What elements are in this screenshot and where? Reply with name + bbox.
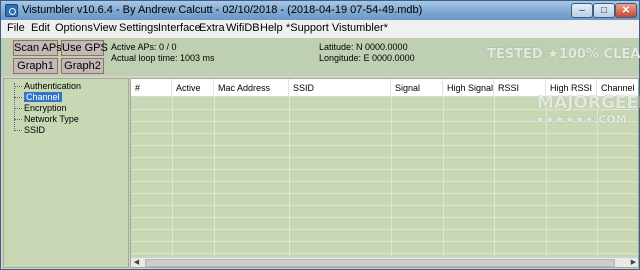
watermark-domain-text: ★★★★★★.COM (535, 113, 627, 126)
menu-file[interactable]: File (7, 22, 25, 34)
maximize-button[interactable]: □ (593, 3, 615, 18)
scroll-right-icon[interactable]: ▶ (628, 258, 638, 267)
column-header-mac-address[interactable]: Mac Address (214, 79, 289, 97)
table-gridline (131, 205, 638, 206)
table-gridline (131, 217, 638, 218)
scroll-left-icon[interactable]: ◀ (131, 258, 142, 267)
graph2-button[interactable]: Graph2 (61, 58, 104, 74)
table-gridline (131, 229, 638, 230)
column-header-ssid[interactable]: SSID (289, 79, 391, 97)
menu-bar: File Edit Options View Settings Interfac… (1, 20, 639, 38)
column-header-active[interactable]: Active (172, 79, 214, 97)
menu-view[interactable]: View (93, 22, 117, 34)
tree-item-label: Encryption (24, 103, 67, 113)
tree-item-label: SSID (24, 125, 46, 135)
column-header-number[interactable]: # (131, 79, 172, 97)
table-gridline (131, 181, 638, 182)
horizontal-scrollbar[interactable]: ◀ ▶ (131, 257, 638, 267)
watermark-brand-text: MAJORGEEKS (537, 93, 640, 113)
menu-help[interactable]: Help (260, 22, 283, 34)
menu-wifidb[interactable]: WifiDB (226, 22, 260, 34)
table-gridline (131, 241, 638, 242)
table-column-divider (214, 97, 215, 257)
tree-item-label: Network Type (24, 114, 79, 124)
column-header-signal[interactable]: Signal (391, 79, 443, 97)
scroll-thumb[interactable] (145, 259, 615, 267)
close-button[interactable]: ✕ (615, 3, 637, 18)
table-gridline (131, 133, 638, 134)
menu-extra[interactable]: Extra (199, 22, 225, 34)
tree-item-authentication[interactable]: Authentication (10, 81, 81, 92)
watermark-tested-text: TESTED ★100% CLEAN (487, 47, 640, 62)
table-gridline (131, 145, 638, 146)
use-gps-button[interactable]: Use GPS (61, 40, 108, 56)
menu-interface[interactable]: Interface (158, 22, 201, 34)
table-column-divider (172, 97, 173, 257)
table-column-divider (289, 97, 290, 257)
menu-options[interactable]: Options (55, 22, 93, 34)
window-title: Vistumbler v10.6.4 - By Andrew Calcutt -… (22, 4, 423, 16)
latitude-readout: Latitude: N 0000.0000 (319, 42, 408, 52)
tree-item-encryption[interactable]: Encryption (10, 103, 67, 114)
tree-item-ssid[interactable]: SSID (10, 125, 45, 136)
menu-settings[interactable]: Settings (119, 22, 159, 34)
tree-item-channel[interactable]: Channel (10, 92, 62, 103)
menu-edit[interactable]: Edit (31, 22, 50, 34)
tree-item-label: Channel (24, 92, 62, 102)
table-gridline (131, 169, 638, 170)
longitude-readout: Longitude: E 0000.0000 (319, 53, 415, 63)
menu-support-vistumbler[interactable]: *Support Vistumbler* (286, 22, 388, 34)
filter-tree: Authentication Channel Encryption Networ… (3, 78, 129, 268)
minimize-button[interactable]: – (571, 3, 593, 18)
table-column-divider (391, 97, 392, 257)
active-aps-status: Active APs: 0 / 0 (111, 42, 177, 52)
app-window: Vistumbler v10.6.4 - By Andrew Calcutt -… (0, 0, 640, 270)
scan-aps-button[interactable]: Scan APs (13, 40, 62, 56)
tree-item-network-type[interactable]: Network Type (10, 114, 79, 125)
majorgeeks-watermark: TESTED ★100% CLEAN MAJORGEEKS ★★★★★★.COM (487, 45, 640, 127)
table-gridline (131, 253, 638, 254)
loop-time-status: Actual loop time: 1003 ms (111, 53, 215, 63)
table-gridline (131, 157, 638, 158)
graph1-button[interactable]: Graph1 (13, 58, 58, 74)
app-icon (5, 4, 18, 17)
tree-item-label: Authentication (24, 81, 82, 91)
title-bar[interactable]: Vistumbler v10.6.4 - By Andrew Calcutt -… (1, 1, 639, 20)
table-gridline (131, 193, 638, 194)
table-column-divider (443, 97, 444, 257)
